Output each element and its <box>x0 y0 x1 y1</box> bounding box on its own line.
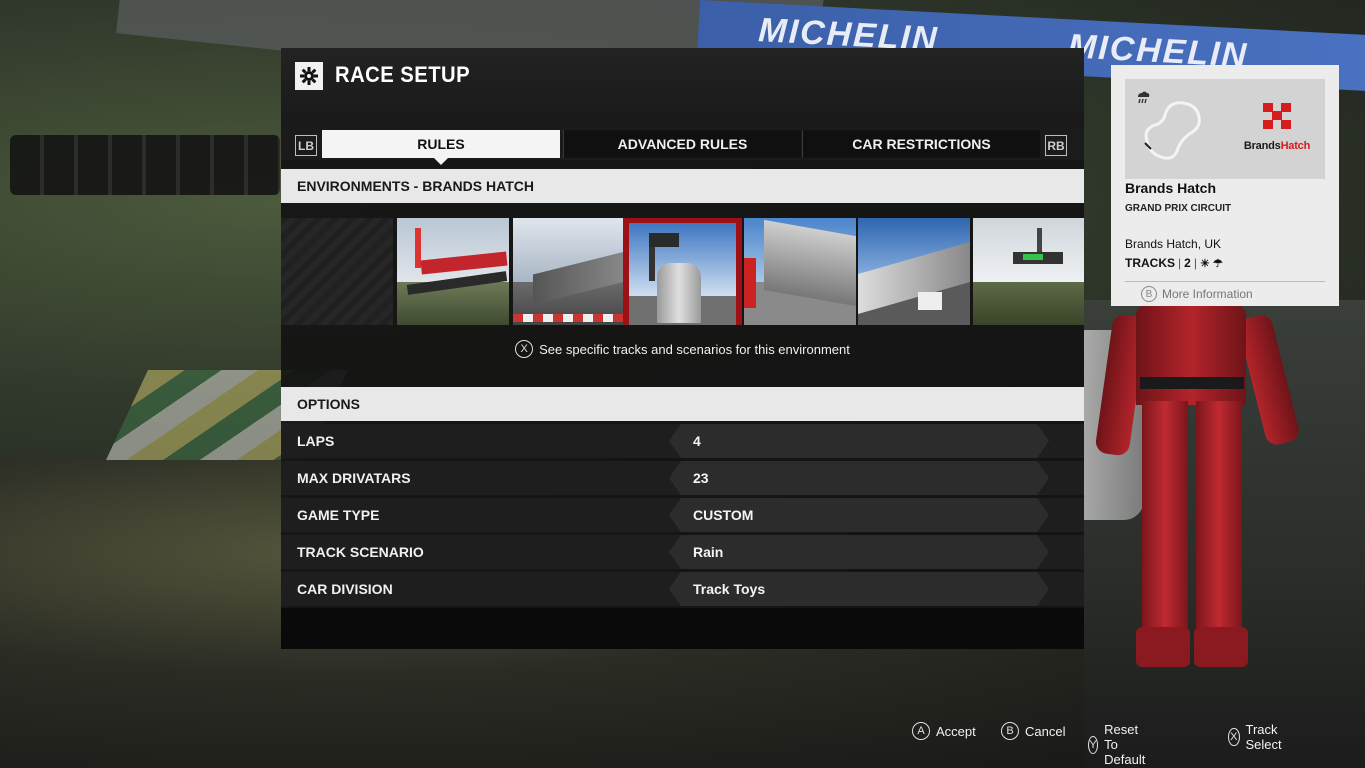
option-row-laps[interactable]: LAPS 4 <box>281 424 1084 458</box>
page-title: RACE SETUP <box>335 62 471 87</box>
option-label: LAPS <box>297 433 335 449</box>
option-value-box[interactable] <box>669 461 1049 495</box>
track-count: TRACKS | 2 | ☀ ☂ <box>1125 256 1223 270</box>
track-type: GRAND PRIX CIRCUIT <box>1125 203 1232 214</box>
b-button-icon: B <box>1001 722 1019 740</box>
environment-thumbnail[interactable] <box>858 218 970 325</box>
environment-thumbnail[interactable] <box>397 218 509 325</box>
option-label: CAR DIVISION <box>297 581 393 597</box>
environments-header: ENVIRONMENTS - BRANDS HATCH <box>281 169 1084 203</box>
tab-car-restrictions[interactable]: CAR RESTRICTIONS <box>802 130 1040 158</box>
environment-thumbnail[interactable] <box>513 218 625 325</box>
environment-hint: X See specific tracks and scenarios for … <box>281 340 1084 358</box>
brands-hatch-logo: BrandsHatch <box>1237 101 1317 161</box>
track-map-icon <box>1144 101 1201 160</box>
option-value-box[interactable] <box>669 535 1049 569</box>
tab-advanced-rules[interactable]: ADVANCED RULES <box>563 130 801 158</box>
prompt-label: Accept <box>936 723 976 739</box>
rb-bumper-button[interactable]: RB <box>1045 135 1067 156</box>
environment-carousel <box>281 218 1084 325</box>
prompt-label: Cancel <box>1025 723 1066 739</box>
rain-icon: ☂ <box>1212 257 1223 270</box>
option-row-game-type[interactable]: GAME TYPE CUSTOM <box>281 498 1084 532</box>
prompt-label: Track Select <box>1245 722 1282 752</box>
track-name: Brands Hatch <box>1125 180 1217 196</box>
x-button-icon: X <box>515 340 534 358</box>
x-button-icon: X <box>1228 728 1240 746</box>
more-information-label: More Information <box>1162 287 1253 301</box>
environment-empty-slot <box>281 218 393 325</box>
tracks-label: TRACKS <box>1125 256 1175 270</box>
prompt-label: Reset To Default <box>1104 722 1146 767</box>
cancel-prompt[interactable]: B Cancel <box>1001 722 1065 740</box>
option-row-track-scenario[interactable]: TRACK SCENARIO Rain <box>281 535 1084 569</box>
y-button-icon: Y <box>1088 735 1099 754</box>
a-button-icon: A <box>912 722 930 740</box>
environment-thumbnail-selected[interactable] <box>623 218 742 325</box>
environment-thumbnail[interactable] <box>973 218 1084 325</box>
panel-footer <box>281 608 1084 649</box>
more-information-button[interactable]: B More Information <box>1141 286 1253 302</box>
gear-icon <box>295 62 323 90</box>
track-select-prompt[interactable]: X Track Select <box>1228 722 1288 752</box>
option-row-max-drivatars[interactable]: MAX DRIVATARS 23 <box>281 461 1084 495</box>
option-value-box[interactable] <box>669 424 1049 458</box>
option-value: CUSTOM <box>693 507 754 523</box>
option-row-car-division[interactable]: CAR DIVISION Track Toys <box>281 572 1084 606</box>
race-setup-panel: RACE SETUP LB RULES ADVANCED RULES CAR R… <box>281 48 1084 649</box>
options-header: OPTIONS <box>281 387 1084 421</box>
option-value: Track Toys <box>693 581 766 597</box>
sun-icon: ☀ <box>1199 257 1210 270</box>
tab-rules[interactable]: RULES <box>322 130 560 165</box>
background-tire-wall <box>10 135 280 195</box>
option-value: 4 <box>693 433 701 449</box>
tab-bar: LB RULES ADVANCED RULES CAR RESTRICTIONS… <box>281 128 1084 165</box>
b-button-icon: B <box>1141 286 1157 302</box>
tracks-count: 2 <box>1184 256 1191 270</box>
panel-header: RACE SETUP <box>281 48 1084 128</box>
option-label: TRACK SCENARIO <box>297 544 424 560</box>
option-value: Rain <box>693 544 724 560</box>
driver-figure <box>1094 305 1326 670</box>
track-card-preview: BrandsHatch <box>1125 79 1325 179</box>
track-location: Brands Hatch, UK <box>1125 237 1222 251</box>
track-info-card: BrandsHatch Brands Hatch GRAND PRIX CIRC… <box>1111 65 1339 306</box>
card-divider <box>1125 281 1325 282</box>
environment-hint-text: See specific tracks and scenarios for th… <box>539 341 850 357</box>
environment-thumbnail[interactable] <box>744 218 856 325</box>
lb-bumper-button[interactable]: LB <box>295 135 317 156</box>
accept-prompt[interactable]: A Accept <box>912 722 976 740</box>
option-value: 23 <box>693 470 709 486</box>
reset-to-default-prompt[interactable]: Y Reset To Default <box>1088 722 1153 767</box>
option-label: MAX DRIVATARS <box>297 470 411 486</box>
option-label: GAME TYPE <box>297 507 380 523</box>
